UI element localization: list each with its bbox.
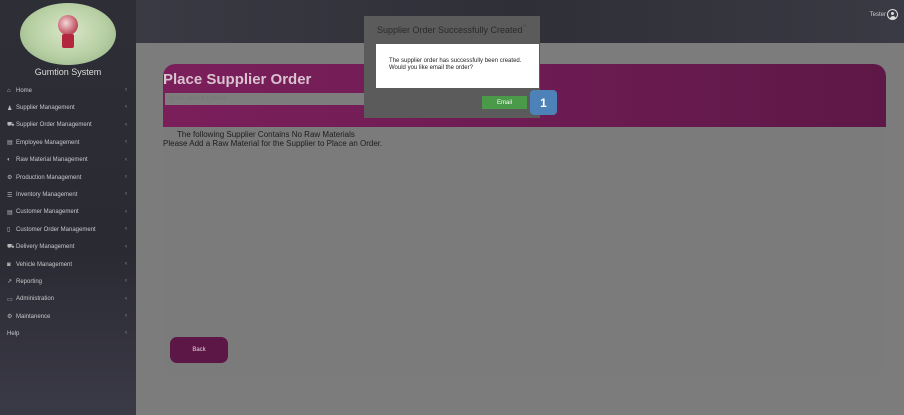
brand-name: Gumtion System <box>34 67 102 77</box>
sidebar-item-label: Help <box>7 331 20 338</box>
sidebar-item-label: Home <box>16 87 33 94</box>
truck-icon: ⛟ <box>7 244 15 251</box>
car-icon: ◙ <box>7 261 11 268</box>
sidebar-item-label: Supplier Management <box>16 105 75 112</box>
sidebar-item-help[interactable]: Help ‹ <box>0 325 136 342</box>
gumball-stand-icon <box>62 34 74 48</box>
no-materials-message: The following Supplier Contains No Raw M… <box>177 130 355 139</box>
success-modal: Supplier Order Successfully Created × Th… <box>364 16 540 118</box>
add-material-message: Please Add a Raw Material for the Suppli… <box>163 139 383 148</box>
user-menu[interactable]: Tester <box>870 9 898 20</box>
sidebar-item-customer-order-management[interactable]: ▯ Customer Order Management ‹ <box>0 221 136 238</box>
chevron-left-icon: ‹ <box>125 260 127 267</box>
sidebar: Gumtion System ⌂ Home ‹ ♟ Supplier Managemen… <box>0 0 136 415</box>
laptop-icon: ▭ <box>7 296 13 303</box>
sidebar-item-label: Employee Management <box>16 139 80 146</box>
id-card-icon: ▤ <box>7 140 13 147</box>
user-icon <box>887 9 898 20</box>
sidebar-item-label: Delivery Management <box>16 244 75 251</box>
sidebar-item-supplier-order-management[interactable]: ⛟ Supplier Order Management ‹ <box>0 117 136 134</box>
sidebar-menu: ⌂ Home ‹ ♟ Supplier Management ‹ ⛟ Supplier Ord… <box>0 82 136 343</box>
sidebar-item-supplier-management[interactable]: ♟ Supplier Management ‹ <box>0 99 136 116</box>
sidebar-item-label: Administration <box>16 296 55 303</box>
close-icon[interactable]: × <box>523 23 527 30</box>
chevron-left-icon: ‹ <box>125 295 127 302</box>
sidebar-item-reporting[interactable]: ↗ Reporting ‹ <box>0 273 136 290</box>
sidebar-item-maintanence[interactable]: ⚙ Maintanence ‹ <box>0 308 136 325</box>
gears-icon: ⚙ <box>7 175 13 182</box>
gear-icon: ⚙ <box>7 314 13 321</box>
user-name: Tester <box>869 11 886 18</box>
sidebar-item-customer-management[interactable]: ▤ Customer Management ‹ <box>0 204 136 221</box>
chart-icon: ↗ <box>7 279 13 286</box>
modal-title: Supplier Order Successfully Created <box>377 25 523 35</box>
sidebar-item-production-management[interactable]: ⚙ Production Management ‹ <box>0 169 136 186</box>
sidebar-item-employee-management[interactable]: ▤ Employee Management ‹ <box>0 134 136 151</box>
chevron-left-icon: ‹ <box>125 173 127 180</box>
globe-icon: ◐ <box>7 157 11 164</box>
home-icon: ⌂ <box>7 87 11 94</box>
sidebar-item-label: Vehicle Management <box>16 261 73 268</box>
cart-icon: ⛟ <box>7 122 15 129</box>
chevron-left-icon: ‹ <box>125 243 127 250</box>
id-card-icon: ▤ <box>7 209 13 216</box>
sidebar-item-label: Inventory Management <box>16 192 78 199</box>
users-icon: ♟ <box>7 105 13 112</box>
sidebar-item-label: Production Management <box>16 174 82 181</box>
chevron-left-icon: ‹ <box>125 226 127 233</box>
chevron-left-icon: ‹ <box>125 139 127 146</box>
email-button[interactable]: Email <box>482 96 527 109</box>
step-badge: 1 <box>530 90 557 115</box>
sidebar-item-inventory-management[interactable]: ☰ Inventory Management ‹ <box>0 186 136 203</box>
sidebar-item-label: Maintanence <box>16 313 51 320</box>
chevron-left-icon: ‹ <box>125 104 127 111</box>
chevron-left-icon: ‹ <box>125 278 127 285</box>
chevron-left-icon: ‹ <box>125 191 127 198</box>
chevron-left-icon: ‹ <box>125 156 127 163</box>
chevron-left-icon: ‹ <box>125 208 127 215</box>
sidebar-item-label: Reporting <box>16 278 43 285</box>
page-title: Place Supplier Order <box>163 71 312 88</box>
sidebar-item-raw-material-management[interactable]: ◐ Raw Material Management ‹ <box>0 152 136 169</box>
sidebar-item-label: Customer Order Management <box>16 226 96 233</box>
logo <box>20 3 116 65</box>
modal-header: Supplier Order Successfully Created × <box>364 16 540 44</box>
sidebar-item-label: Customer Management <box>16 209 79 216</box>
sidebar-item-delivery-management[interactable]: ⛟ Delivery Management ‹ <box>0 239 136 256</box>
modal-message: The supplier order has successfully been… <box>389 58 522 71</box>
file-icon: ▯ <box>7 227 11 234</box>
modal-body: The supplier order has successfully been… <box>376 44 539 88</box>
chevron-left-icon: ‹ <box>125 87 127 93</box>
chevron-left-icon: ‹ <box>125 330 127 337</box>
back-button[interactable]: Back <box>170 337 228 363</box>
sidebar-item-label: Supplier Order Management <box>16 122 92 129</box>
chevron-left-icon: ‹ <box>125 121 127 128</box>
list-icon: ☰ <box>7 192 13 199</box>
sidebar-item-administration[interactable]: ▭ Administration ‹ <box>0 291 136 308</box>
sidebar-item-home[interactable]: ⌂ Home ‹ <box>0 82 136 99</box>
search-input[interactable] <box>165 93 375 105</box>
sidebar-item-vehicle-management[interactable]: ◙ Vehicle Management ‹ <box>0 256 136 273</box>
gumball-icon <box>58 15 78 35</box>
sidebar-item-label: Raw Material Management <box>16 157 88 164</box>
modal-footer: Email <box>364 88 540 118</box>
chevron-left-icon: ‹ <box>125 313 127 320</box>
